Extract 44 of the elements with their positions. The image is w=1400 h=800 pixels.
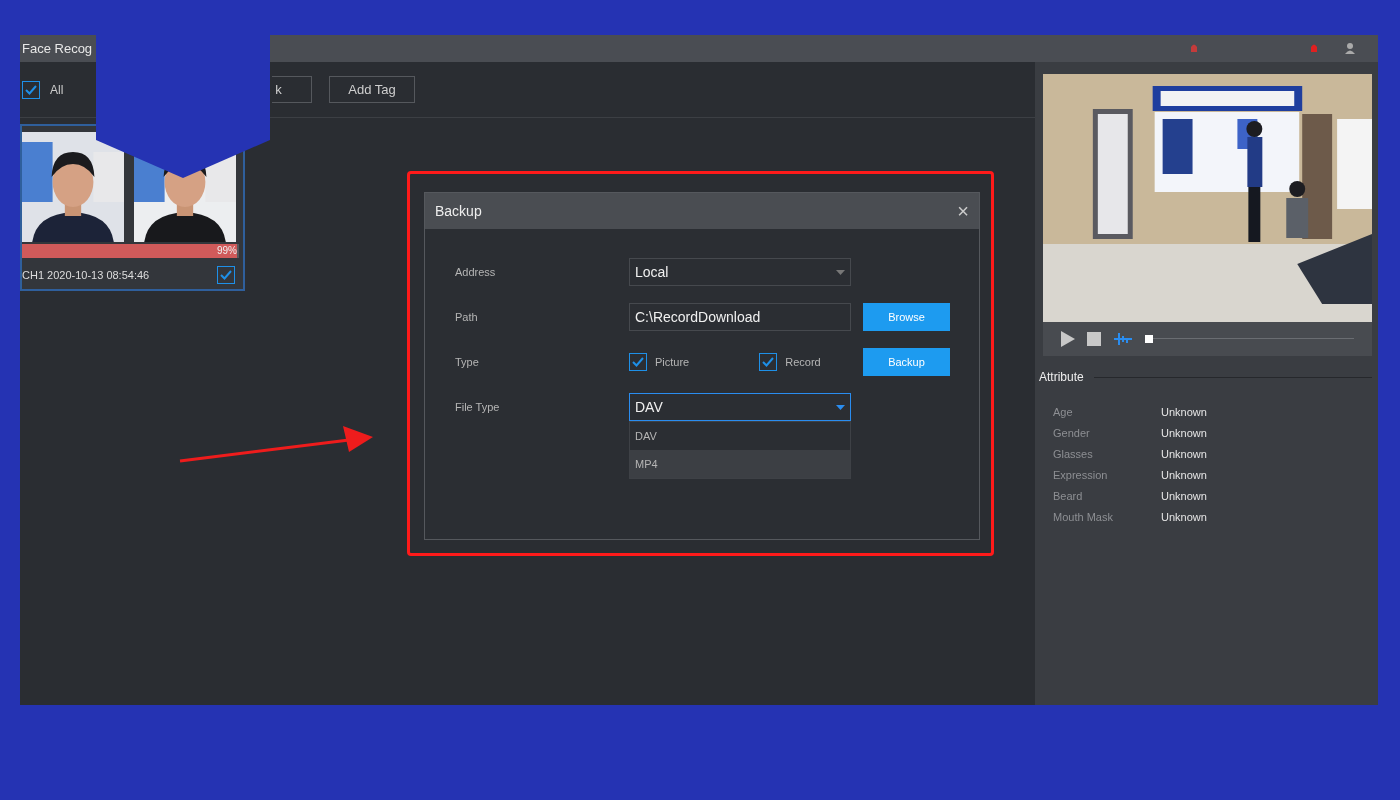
attribute-value: Unknown — [1161, 510, 1208, 525]
close-button[interactable]: × — [957, 201, 969, 221]
dialog-title: Backup — [435, 201, 482, 221]
attribute-title: Attribute — [1039, 369, 1084, 386]
attribute-name: Expression — [1053, 468, 1109, 483]
address-select[interactable]: Local — [629, 258, 851, 286]
face-checkbox[interactable] — [217, 266, 235, 284]
field-label: Address — [455, 264, 497, 280]
file-type-select[interactable]: DAV — [629, 393, 851, 421]
type-checkbox[interactable] — [629, 353, 647, 371]
field-label: Path — [455, 309, 479, 325]
path-field[interactable]: C:\RecordDownload — [629, 303, 851, 331]
window-title: Face Recog — [22, 39, 93, 58]
attribute-name: Beard — [1053, 489, 1084, 504]
attribute-value: Unknown — [1161, 468, 1208, 483]
face-caption: CH1 2020-10-13 08:54:46 — [22, 267, 150, 283]
attribute-name: Age — [1053, 405, 1074, 420]
attribute-name: Mouth Mask — [1053, 510, 1114, 525]
field-label: File Type — [455, 399, 501, 415]
type-label: Record — [785, 354, 821, 370]
attribute-name: Gender — [1053, 426, 1091, 441]
attribute-value: Unknown — [1161, 405, 1208, 420]
type-checkbox[interactable] — [759, 353, 778, 371]
play-icon[interactable] — [1061, 331, 1075, 347]
select-all-checkbox[interactable] — [22, 80, 40, 99]
type-label: Picture — [655, 354, 690, 370]
playback-thumb[interactable] — [1145, 335, 1153, 343]
field-label: Type — [455, 354, 480, 370]
attribute-value: Unknown — [1161, 489, 1208, 504]
caret-icon — [836, 269, 845, 275]
alarm-icon — [1309, 42, 1319, 54]
attribute-name: Glasses — [1053, 447, 1094, 462]
user-icon — [1345, 42, 1355, 54]
attribute-value: Unknown — [1161, 447, 1208, 462]
alarm-icon — [1189, 42, 1199, 54]
file-type-option[interactable]: DAV — [630, 422, 850, 450]
caret-icon — [836, 404, 845, 410]
audio-icon[interactable] — [1113, 331, 1133, 347]
toolbar-button[interactable]: k — [272, 76, 313, 103]
attribute-value: Unknown — [1161, 426, 1208, 441]
file-type-option[interactable]: MP4 — [630, 450, 850, 478]
toolbar-button[interactable]: Add Tag — [329, 76, 415, 103]
similarity-text: 99% — [217, 244, 237, 258]
select-all-label: All — [50, 81, 64, 99]
